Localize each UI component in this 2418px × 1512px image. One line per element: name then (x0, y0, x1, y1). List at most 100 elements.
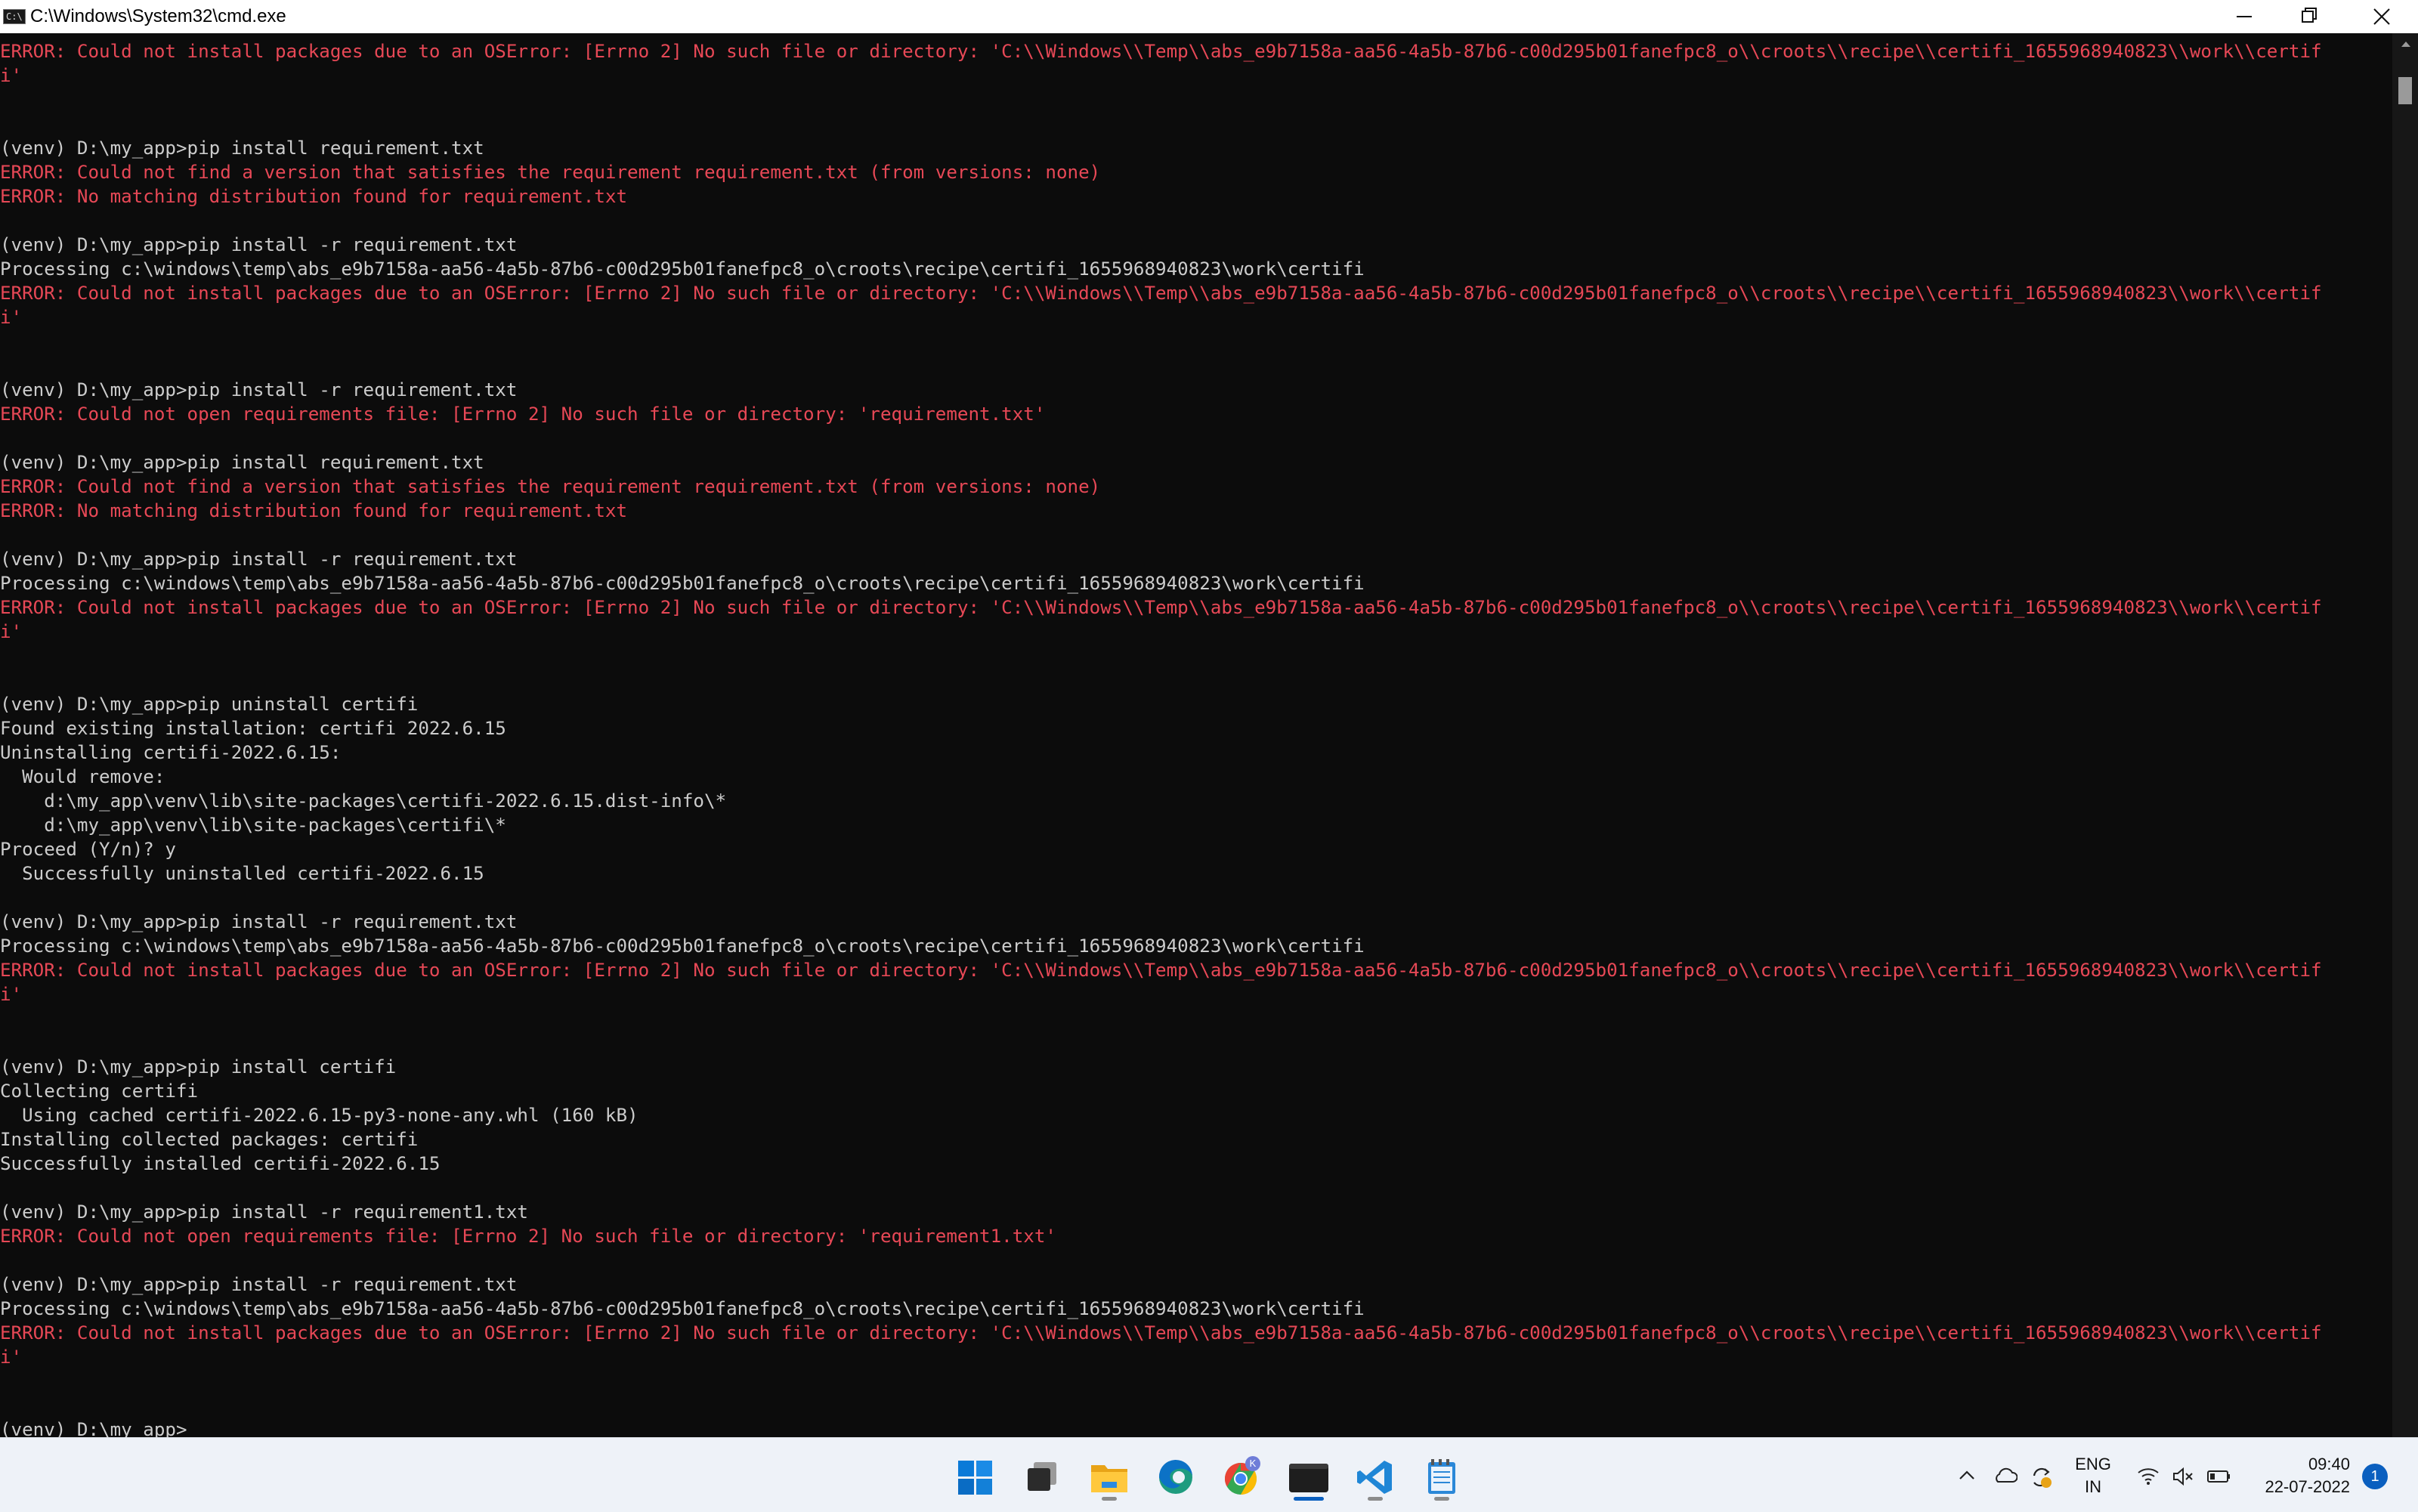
console-error-line: ERROR: Could not install packages due to… (0, 1322, 2322, 1343)
console-line: d:\my_app\venv\lib\site-packages\certifi… (0, 815, 506, 836)
notification-badge[interactable]: 1 (2362, 1464, 2388, 1489)
console-error-line: ERROR: Could not install packages due to… (0, 960, 2322, 981)
console-error-line: i' (0, 65, 23, 86)
sync-icon[interactable] (2028, 1461, 2054, 1491)
console-error-line: i' (0, 984, 23, 1005)
console-error-line: ERROR: Could not open requirements file:… (0, 404, 1046, 425)
scrollbar-thumb[interactable] (2398, 77, 2412, 104)
chrome-profile-badge: K (1249, 1458, 1257, 1469)
console-line: (venv) D:\my_app>pip install requirement… (0, 452, 484, 473)
restore-icon (2302, 8, 2317, 23)
file-explorer-button[interactable] (1079, 1449, 1139, 1504)
edge-button[interactable] (1146, 1449, 1206, 1504)
console-line: (venv) D:\my_app>pip install certifi (0, 1056, 397, 1078)
taskbar: K ENG IN 09:40 22-07-2022 1 (0, 1437, 2418, 1512)
wifi-icon[interactable] (2135, 1461, 2161, 1491)
console-error-line: ERROR: Could not open requirements file:… (0, 1226, 1056, 1247)
scroll-up-arrow-icon[interactable] (2400, 39, 2412, 48)
input-language-indicator[interactable]: ENG IN (2070, 1453, 2116, 1498)
task-view-icon (1028, 1462, 1056, 1491)
clock-time: 09:40 (2308, 1455, 2350, 1473)
console-line: (venv) D:\my_app>pip install requirement… (0, 138, 484, 159)
close-button[interactable] (2347, 0, 2416, 33)
vscode-button[interactable] (1345, 1449, 1405, 1504)
chevron-up-icon[interactable] (1957, 1461, 1977, 1491)
cmd-app-icon[interactable]: C:\ (3, 9, 26, 24)
console-line: (venv) D:\my_app>pip install -r requirem… (0, 911, 518, 932)
console-output[interactable]: ERROR: Could not install packages due to… (0, 39, 2392, 1437)
region-code: IN (2085, 1477, 2101, 1496)
window-title: C:\Windows\System32\cmd.exe (30, 6, 286, 26)
console-error-line: i' (0, 1347, 23, 1368)
console-prompt-line: (venv) D:\my_app> (0, 1419, 187, 1437)
console-line: Found existing installation: certifi 202… (0, 718, 506, 739)
vscode-running-indicator (1368, 1497, 1383, 1501)
onedrive-cloud-icon[interactable] (1992, 1461, 2018, 1491)
vertical-scrollbar[interactable] (2392, 33, 2418, 1437)
start-button[interactable] (946, 1449, 1006, 1504)
console-line: Processing c:\windows\temp\abs_e9b7158a-… (0, 258, 1365, 280)
console-line: Uninstalling certifi-2022.6.15: (0, 742, 342, 763)
file-explorer-running-indicator (1102, 1497, 1117, 1501)
terminal-icon (1289, 1464, 1328, 1492)
clock[interactable]: 09:40 22-07-2022 (2252, 1453, 2350, 1498)
chrome-icon (1224, 1456, 1260, 1495)
chrome-button[interactable]: K (1212, 1449, 1272, 1504)
terminal-button[interactable] (1279, 1449, 1339, 1504)
console-line: Successfully uninstalled certifi-2022.6.… (0, 863, 484, 884)
console-line: (venv) D:\my_app>pip uninstall certifi (0, 694, 419, 715)
start-icon (958, 1461, 992, 1495)
console-error-line: i' (0, 307, 23, 328)
close-icon (2373, 8, 2390, 25)
console-line: Processing c:\windows\temp\abs_e9b7158a-… (0, 573, 1365, 594)
notepad-icon (1428, 1459, 1455, 1494)
console-error-line: ERROR: Could not find a version that sat… (0, 162, 1101, 183)
console-line: Proceed (Y/n)? y (0, 839, 176, 860)
minimize-button[interactable] (2206, 0, 2276, 33)
task-view-button[interactable] (1013, 1449, 1073, 1504)
speaker-muted-icon[interactable] (2170, 1461, 2196, 1491)
console-error-line: i' (0, 621, 23, 642)
console-line: d:\my_app\venv\lib\site-packages\certifi… (0, 790, 727, 812)
terminal-active-indicator (1294, 1497, 1324, 1501)
console-line: (venv) D:\my_app>pip install -r requirem… (0, 1274, 518, 1295)
title-bar[interactable]: C:\ C:\Windows\System32\cmd.exe (0, 0, 2418, 33)
restore-button[interactable] (2276, 0, 2345, 33)
console-error-line: ERROR: No matching distribution found fo… (0, 186, 628, 207)
console-line: Using cached certifi-2022.6.15-py3-none-… (0, 1105, 639, 1126)
console-line: (venv) D:\my_app>pip install -r requirem… (0, 549, 518, 570)
battery-icon[interactable] (2205, 1461, 2235, 1491)
console-error-line: ERROR: Could not install packages due to… (0, 283, 2322, 304)
console-line: Processing c:\windows\temp\abs_e9b7158a-… (0, 935, 1365, 957)
edge-icon (1158, 1459, 1192, 1494)
console-line: Collecting certifi (0, 1081, 199, 1102)
clock-date: 22-07-2022 (2265, 1477, 2350, 1496)
console-error-line: ERROR: No matching distribution found fo… (0, 500, 628, 521)
file-explorer-icon (1091, 1465, 1127, 1492)
language-code: ENG (2075, 1455, 2111, 1473)
console-line: (venv) D:\my_app>pip install -r requirem… (0, 234, 518, 255)
vscode-icon (1357, 1461, 1392, 1494)
console-line: Installing collected packages: certifi (0, 1129, 419, 1150)
console-line: (venv) D:\my_app>pip install -r requirem… (0, 379, 518, 400)
console-line: Processing c:\windows\temp\abs_e9b7158a-… (0, 1298, 1365, 1319)
notepad-button[interactable] (1412, 1449, 1472, 1504)
console-line: Would remove: (0, 766, 165, 787)
console-line: Successfully installed certifi-2022.6.15 (0, 1153, 441, 1174)
